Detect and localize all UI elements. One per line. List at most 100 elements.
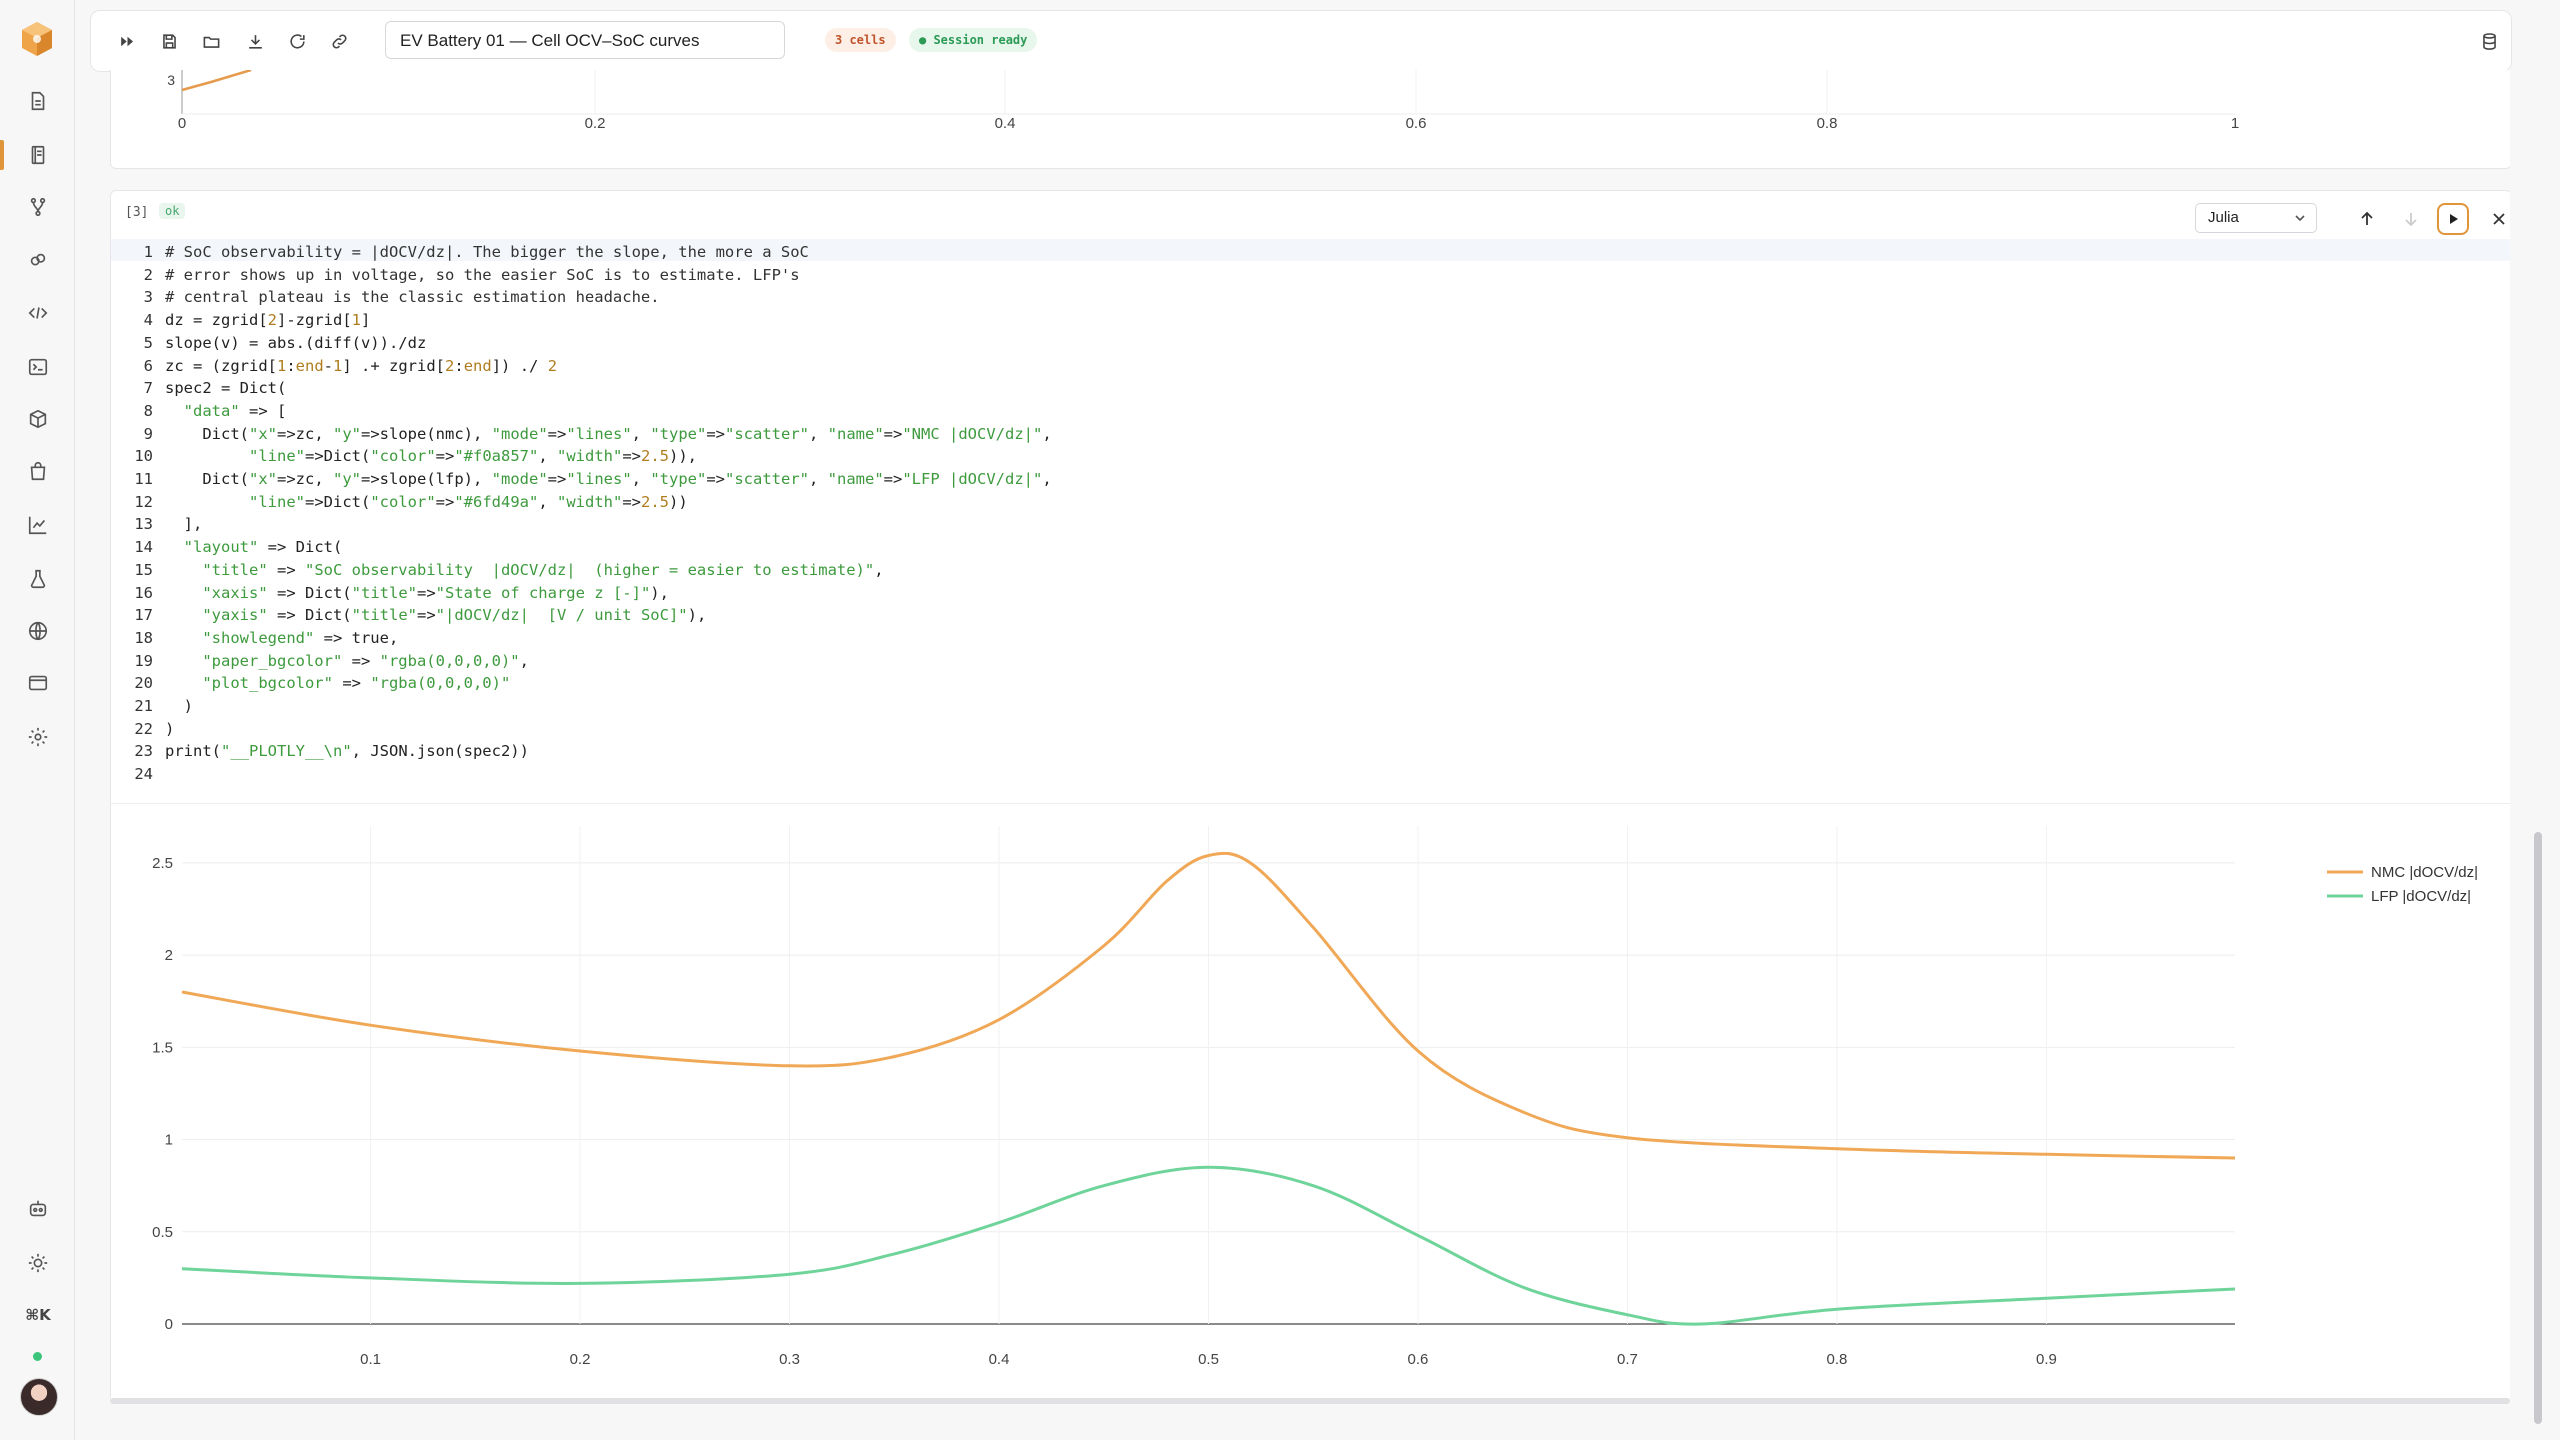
line-number: 10 bbox=[134, 447, 153, 466]
line-number: 17 bbox=[134, 606, 153, 625]
cell-header: [3] ok Julia bbox=[111, 191, 2510, 241]
code-text: ) bbox=[165, 697, 193, 716]
previous-cell-output: 3 0 0.2 0.4 0.6 0.8 1 bbox=[110, 70, 2510, 169]
session-status-badge: ● Session ready bbox=[909, 28, 1038, 52]
run-cell-button[interactable] bbox=[2437, 203, 2469, 235]
legend-label: NMC |dOCV/dz| bbox=[2371, 864, 2478, 881]
prev-x-tick: 0.4 bbox=[995, 115, 1016, 132]
bag-icon[interactable] bbox=[25, 458, 51, 484]
y-tick-label: 0 bbox=[165, 1316, 173, 1333]
code-text: Dict("x"=>zc, "y"=>slope(nmc), "mode"=>"… bbox=[165, 424, 1052, 443]
vertical-scrollbar[interactable] bbox=[2534, 832, 2542, 1424]
x-tick-label: 0.5 bbox=[1198, 1351, 1219, 1368]
code-line: 16 "xaxis" => Dict("title"=>"State of ch… bbox=[111, 582, 1052, 605]
line-number: 6 bbox=[143, 356, 153, 375]
download-icon[interactable] bbox=[243, 29, 267, 53]
code-text: zc = (zgrid[1:end-1] .+ zgrid[2:end]) ./… bbox=[165, 356, 558, 375]
avatar[interactable] bbox=[20, 1378, 58, 1416]
notebook-main: 3 0 0.2 0.4 0.6 0.8 1 [3] ok Julia 1 # S… bbox=[90, 70, 2510, 1440]
play-icon bbox=[2450, 214, 2458, 224]
theme-sun-icon[interactable] bbox=[25, 1250, 51, 1276]
line-number: 3 bbox=[143, 288, 153, 307]
restart-kernel-icon[interactable] bbox=[285, 29, 309, 53]
save-icon[interactable] bbox=[157, 29, 181, 53]
code-line: 1 # SoC observability = |dOCV/dz|. The bi… bbox=[111, 241, 1052, 264]
y-tick-label: 1 bbox=[165, 1132, 173, 1149]
move-up-button[interactable] bbox=[2351, 203, 2383, 235]
database-icon[interactable] bbox=[2477, 29, 2501, 53]
line-number: 5 bbox=[143, 333, 153, 352]
code-line: 20 "plot_bgcolor" => "rgba(0,0,0,0)" bbox=[111, 672, 1052, 695]
delete-cell-button[interactable] bbox=[2483, 203, 2510, 235]
arrow-up-icon bbox=[2361, 211, 2373, 225]
code-line: 6 zc = (zgrid[1:end-1] .+ zgrid[2:end]) .… bbox=[111, 355, 1052, 378]
window-icon[interactable] bbox=[25, 670, 51, 696]
x-tick-label: 0.7 bbox=[1617, 1351, 1638, 1368]
language-select[interactable]: Julia bbox=[2195, 203, 2317, 233]
line-number: 19 bbox=[134, 651, 153, 670]
notebook-title-input[interactable]: EV Battery 01 — Cell OCV–SoC curves bbox=[385, 21, 785, 59]
command-palette-icon[interactable]: ⌘K bbox=[25, 1302, 51, 1328]
notebook-icon[interactable] bbox=[25, 142, 51, 168]
flask-icon[interactable] bbox=[25, 566, 51, 592]
robot-icon[interactable] bbox=[25, 1196, 51, 1222]
link-icon[interactable] bbox=[327, 29, 351, 53]
code-line: 14 "layout" => Dict( bbox=[111, 536, 1052, 559]
language-select-value: Julia bbox=[2208, 209, 2239, 226]
app-logo-icon[interactable] bbox=[18, 20, 56, 58]
open-folder-icon[interactable] bbox=[199, 29, 223, 53]
code-editor[interactable]: 1 # SoC observability = |dOCV/dz|. The bi… bbox=[111, 239, 2510, 801]
code-line: 5 slope(v) = abs.(diff(v))./dz bbox=[111, 332, 1052, 355]
chart-line-icon[interactable] bbox=[25, 512, 51, 538]
online-status-indicator bbox=[33, 1352, 42, 1361]
code-line: 8 "data" => [ bbox=[111, 400, 1052, 423]
run-all-icon[interactable] bbox=[115, 29, 139, 53]
code-text: Dict("x"=>zc, "y"=>slope(lfp), "mode"=>"… bbox=[165, 470, 1052, 489]
code-line: 7 spec2 = Dict( bbox=[111, 377, 1052, 400]
code-line: 12 "line"=>Dict("color"=>"#6fd49a", "wid… bbox=[111, 491, 1052, 514]
package-icon[interactable] bbox=[25, 406, 51, 432]
database-link-icon[interactable] bbox=[25, 248, 51, 274]
code-text: "xaxis" => Dict("title"=>"State of charg… bbox=[202, 583, 669, 602]
code-text: "layout" => Dict( bbox=[183, 538, 343, 557]
cell-status-badge: ok bbox=[159, 203, 186, 219]
move-down-button[interactable] bbox=[2395, 203, 2427, 235]
horizontal-scrollbar[interactable] bbox=[110, 1398, 2510, 1404]
code-text: slope(v) = abs.(diff(v))./dz bbox=[165, 333, 427, 352]
code-text: ], bbox=[165, 515, 203, 534]
cell-count-badge: 3 cells bbox=[825, 28, 896, 52]
line-number: 18 bbox=[134, 628, 153, 647]
code-text: "plot_bgcolor" => "rgba(0,0,0,0)" bbox=[202, 674, 511, 693]
line-number: 20 bbox=[134, 674, 153, 693]
chevron-down-icon bbox=[2295, 215, 2305, 222]
y-tick-label: 2 bbox=[165, 947, 173, 964]
code-icon[interactable] bbox=[25, 300, 51, 326]
code-text: "line"=>Dict("color"=>"#f0a857", "width"… bbox=[249, 447, 697, 466]
previous-chart: 3 0 0.2 0.4 0.6 0.8 1 bbox=[167, 70, 2239, 132]
line-number: 9 bbox=[143, 424, 153, 443]
code-text: "line"=>Dict("color"=>"#6fd49a", "width"… bbox=[249, 492, 688, 511]
observability-chart: 0 0.5 1 1.5 2 2.5 0.1 0.2 0.3 0.4 0.5 0.6 0.7 0.8 0.9 N… bbox=[152, 826, 2478, 1368]
code-line: 23 print("__PLOTLY__\n", JSON.json(spec2)… bbox=[111, 740, 1052, 763]
code-text: # error shows up in voltage, so the easi… bbox=[165, 265, 800, 284]
git-branch-icon[interactable] bbox=[25, 194, 51, 220]
code-line: 22) bbox=[111, 718, 1052, 741]
code-line: 19 "paper_bgcolor" => "rgba(0,0,0,0)", bbox=[111, 650, 1052, 673]
arrow-down-icon bbox=[2405, 213, 2417, 227]
document-icon[interactable] bbox=[25, 88, 51, 114]
code-line: 4 dz = zgrid[2]-zgrid[1] bbox=[111, 309, 1052, 332]
terminal-icon[interactable] bbox=[25, 354, 51, 380]
code-text: "yaxis" => Dict("title"=>"|dOCV/dz| [V /… bbox=[202, 606, 707, 625]
code-cell[interactable]: [3] ok Julia 1 # SoC observability = |dOC… bbox=[110, 190, 2510, 1402]
prev-y-tick: 3 bbox=[167, 72, 175, 88]
code-line: 24 bbox=[111, 763, 1052, 786]
prev-x-tick: 0.6 bbox=[1406, 115, 1427, 132]
notebook-toolbar: EV Battery 01 — Cell OCV–SoC curves 3 ce… bbox=[90, 10, 2512, 72]
code-text: ) bbox=[165, 719, 175, 738]
prev-x-tick: 0 bbox=[178, 115, 186, 132]
settings-gear-icon[interactable] bbox=[25, 724, 51, 750]
globe-icon[interactable] bbox=[25, 618, 51, 644]
code-line: 3 # central plateau is the classic estima… bbox=[111, 286, 1052, 309]
y-tick-label: 0.5 bbox=[152, 1224, 173, 1241]
code-line: 10 "line"=>Dict("color"=>"#f0a857", "wid… bbox=[111, 445, 1052, 468]
